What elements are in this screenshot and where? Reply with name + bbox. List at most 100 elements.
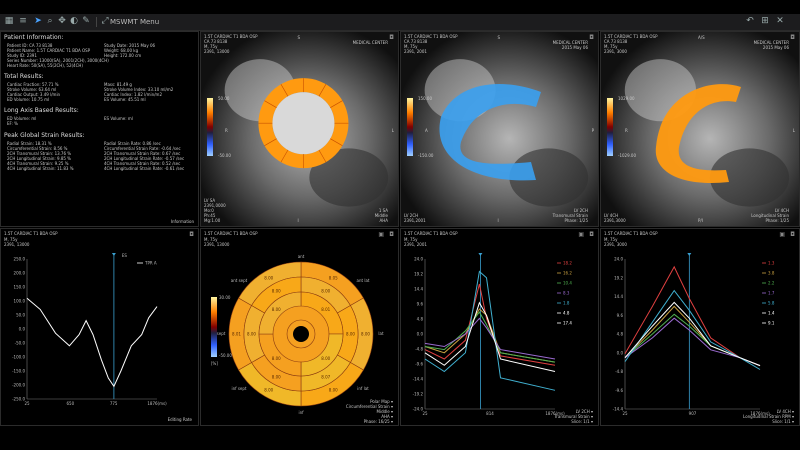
mri-image[interactable] [401,32,598,226]
scale-max-label: 30.00 [219,295,231,300]
camera-icon[interactable]: ◘ [790,34,795,41]
close-icon[interactable]: ✕ [775,16,785,27]
volume-curve-chart: 250.0 200.0 150.0 100.0 50.0 0.0 -50.0 -100.0 -1… [12,253,167,406]
direction-label: ant sept [231,278,248,283]
view-control[interactable]: Phase: 1/25 [564,218,588,223]
view-control[interactable]: Slice: 1/1 ▾ [571,419,593,424]
segment-value: 8.00 [321,356,330,361]
view-control[interactable]: Slice: 1/1 ▾ [772,419,794,424]
view-control[interactable]: Phase: 16/25 ▾ [364,419,393,424]
phase-marker-handle [478,253,483,256]
mri-4ch-view[interactable]: 1.5T CARDIAC T1 BDA OSP CA 73 8138 M, 75y 2… [600,31,800,227]
segment-value: 8.00 [272,374,281,379]
strain-2ch-chart: 24.019.214.49.64.80.0-4.8-9.6-14.4-19.2-… [413,253,572,416]
zoom-icon[interactable]: ⌕ [45,16,55,27]
direction-label: sept [217,331,226,336]
expand-icon[interactable]: ⤢ [100,16,110,27]
patient-info-line: Heart Rate: 50(SA), 55(2CH), 52(4CH) [7,63,83,68]
panel-meta: 2391, 13000 [204,49,230,54]
strain-2ch-panel: 1.5T CARDIAC T1 BDA OSP M, 75y 2391, 200… [400,228,599,426]
view-control[interactable]: AHA [380,218,388,223]
y-tick-label: 9.6 [417,302,424,307]
mri-2ch-view[interactable]: 1.5T CARDIAC T1 BDA OSP CA 73 8138 M, 75y 2… [400,31,599,227]
y-tick-label: -200.0 [12,383,25,388]
undo-icon[interactable]: ↶ [745,16,755,27]
camera-icon[interactable]: ◘ [389,34,394,41]
strain-result-line: 4CH Longitudinal Strain Rate: -0.61 /sec [104,166,185,171]
orientation-right: L [792,128,795,133]
strain-4ch-panel: 1.5T CARDIAC T1 BDA OSP M, 75y 2391, 300… [600,228,800,426]
y-tick-label: 150.0 [14,285,26,290]
y-tick-label: 0.0 [417,332,424,337]
marker-label: ES [122,253,128,258]
legend-label: 8.3 [563,291,570,296]
y-tick-label: -4.8 [615,369,623,374]
view-control[interactable]: Phase: 1/25 [765,218,789,223]
fullscreen-icon[interactable]: ⊞ [760,16,770,27]
institution-label: MEDICAL CENTER [352,40,388,45]
volume-curve-panel: 1.5T CARDIAC T1 BDA OSP M, 75y 2391, 130… [0,228,199,426]
y-tick-label: 200.0 [14,271,26,276]
editing-rate-control[interactable]: Editing Rate [168,417,192,422]
mri-short-axis-view[interactable]: 1.5T CARDIAC T1 BDA OSP CA 73 8138 M, 75y 2… [200,31,399,227]
orientation-left: R [625,128,628,133]
scale-max-label: 1029.00 [618,96,635,101]
information-panel: Patient Information: Patient ID: CA 73 8… [0,31,199,227]
direction-label: inf [298,410,304,415]
scale-unit-label: [%] [211,361,218,366]
total-header: Total Results: [4,73,44,80]
legend-label: 1.4 [768,311,775,316]
data-series-line [624,301,761,367]
orientation-right: L [391,128,394,133]
orientation-left: A [425,128,428,133]
long-axis-result-line: EF: % [7,121,18,126]
direction-label: ant lat [357,278,370,283]
pointer-icon[interactable]: ➤ [33,16,43,27]
legend-label: 1.8 [563,301,570,306]
direction-label: lat [378,331,384,336]
image-info: 2391,2001 [404,218,426,223]
x-tick-label: 25 [422,411,428,416]
y-tick-label: 0.0 [617,350,624,355]
y-tick-label: 0.0 [19,327,26,332]
segment-value: 8.00 [346,332,355,337]
legend-label: 1.3 [768,261,775,266]
panel-meta: 2391, 2001 [404,49,427,54]
scale-min-label: -50.00 [218,153,231,158]
y-tick-label: -150.0 [12,369,25,374]
legend-label: TPR A [144,261,157,266]
toolbar-divider [96,17,97,27]
grid-icon[interactable]: ▦ [4,16,14,27]
y-tick-label: -100.0 [12,355,25,360]
mri-image[interactable] [201,32,398,226]
direction-label: inf lat [357,386,369,391]
total-result-line: ES Volume: 45.51 ml [104,97,146,102]
x-tick-label: 814 [486,411,494,416]
segment-value: 8.01 [321,307,330,312]
y-tick-label: -9.6 [415,362,423,367]
information-tab[interactable]: Information [171,219,194,224]
toolbar: ▦ ≡ ➤ ⌕ ✥ ◐ ✎ ⤢ MSWMT Menu ↶ ⊞ ✕ [0,14,800,31]
window-level-icon[interactable]: ◐ [69,16,79,27]
image-info: 2391,3000 [604,218,626,223]
mri-image[interactable] [601,32,799,226]
segment-value: 8.01 [232,332,241,337]
pan-icon[interactable]: ✥ [57,16,67,27]
measure-icon[interactable]: ✎ [81,16,91,27]
segment-value: 8.00 [361,332,370,337]
y-tick-label: 250.0 [14,257,26,262]
menu-icon[interactable]: ≡ [18,16,28,27]
app-title: MSWMT Menu [110,18,160,26]
color-scale-bar [607,98,613,156]
strain-4ch-chart: 24.019.214.49.64.80.0-4.8-9.6-14.425 907 1… [613,253,775,416]
y-tick-label: -19.2 [413,392,424,397]
institution-label: 2015 May 06 [561,45,588,50]
segment-value: 8.00 [272,356,281,361]
segment-value: 8.05 [329,276,338,281]
strain-result-line: 4CH Longitudinal Strain: 11.83 % [7,166,74,171]
y-tick-label: 14.4 [614,294,623,299]
data-series-line [424,311,556,363]
orientation-bottom: I [297,218,299,223]
camera-icon[interactable]: ◘ [589,34,594,41]
legend-label: 4.8 [563,311,570,316]
